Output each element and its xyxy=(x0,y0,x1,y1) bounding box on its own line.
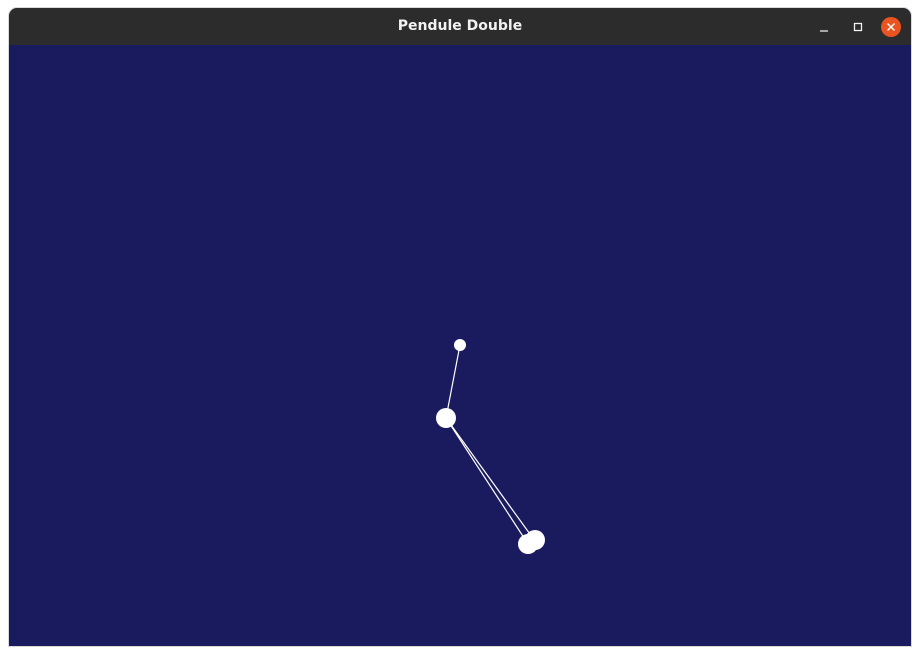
upper-rod xyxy=(445,344,461,419)
minimize-icon xyxy=(820,30,828,32)
pendulum-scene xyxy=(436,339,545,554)
close-button[interactable] xyxy=(881,17,901,37)
close-icon xyxy=(887,23,895,31)
lower-rod-trail xyxy=(445,417,529,545)
lower-rod xyxy=(445,417,536,542)
simulation-canvas[interactable] xyxy=(9,45,911,646)
title-bar[interactable]: Pendule Double xyxy=(9,8,911,45)
maximize-button[interactable] xyxy=(848,17,868,37)
pendulum-bob-2-trail xyxy=(518,534,538,554)
window-title: Pendule Double xyxy=(397,18,523,34)
pivot-point xyxy=(454,339,466,351)
maximize-icon xyxy=(853,22,863,32)
app-window: Pendule Double xyxy=(9,8,911,646)
pendulum-bob-1 xyxy=(436,408,456,428)
minimize-button[interactable] xyxy=(814,17,834,37)
